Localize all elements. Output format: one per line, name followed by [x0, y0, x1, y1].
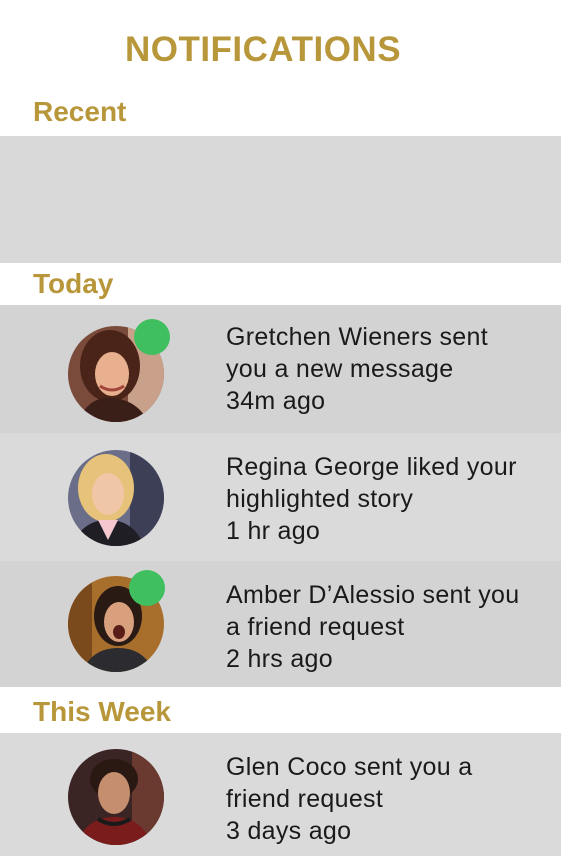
avatar[interactable]	[68, 749, 164, 845]
section-label-today: Today	[33, 268, 114, 299]
page-title: NOTIFICATIONS	[124, 30, 402, 69]
avatar[interactable]	[68, 450, 164, 546]
notification-text: Gretchen Wieners sent you a new message …	[226, 321, 556, 417]
notification-message-line1: Glen Coco sent you a	[226, 753, 473, 781]
notification-message-line1: Amber D’Alessio sent you	[226, 581, 520, 609]
notification-message-line2: a friend request	[226, 613, 405, 641]
notification-text: Glen Coco sent you a friend request 3 da…	[226, 751, 556, 847]
notification-item[interactable]: Gretchen Wieners sent you a new message …	[0, 305, 561, 433]
notification-text: Amber D’Alessio sent you a friend reques…	[226, 579, 556, 675]
notification-item[interactable]: Regina George liked your highlighted sto…	[0, 433, 561, 561]
recent-empty-area	[0, 136, 561, 263]
notification-item[interactable]: Glen Coco sent you a friend request 3 da…	[0, 733, 561, 856]
notification-message-line1: Regina George liked your	[226, 453, 517, 481]
notification-time: 3 days ago	[226, 817, 352, 845]
notification-message-line1: Gretchen Wieners sent	[226, 323, 488, 351]
notification-message-line2: you a new message	[226, 355, 454, 383]
online-status-indicator	[134, 319, 170, 355]
section-label-recent: Recent	[33, 96, 127, 127]
section-label-this-week: This Week	[33, 696, 171, 727]
notification-item[interactable]: Amber D’Alessio sent you a friend reques…	[0, 561, 561, 687]
notification-time: 34m ago	[226, 387, 326, 415]
notification-message-line2: friend request	[226, 785, 384, 813]
notification-text: Regina George liked your highlighted sto…	[226, 451, 556, 547]
notification-message-line2: highlighted story	[226, 485, 414, 513]
online-status-indicator	[129, 570, 165, 606]
notification-time: 1 hr ago	[226, 517, 321, 545]
notification-time: 2 hrs ago	[226, 645, 333, 673]
